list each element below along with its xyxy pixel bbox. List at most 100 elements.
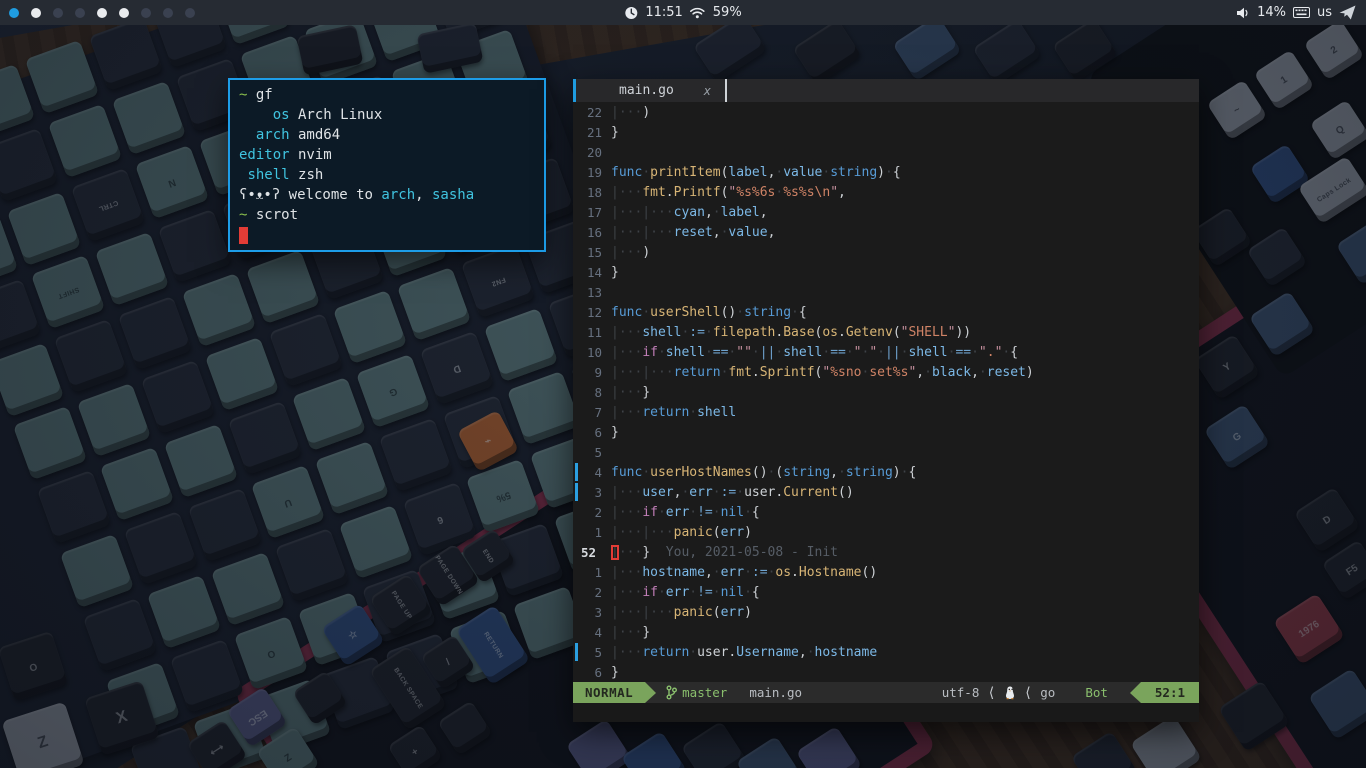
code-token: user: [744, 485, 775, 500]
code-line[interactable]: 6}: [573, 662, 1199, 682]
code-token: :=: [689, 325, 705, 340]
code-token: value: [783, 165, 822, 180]
code-token: )): [955, 325, 971, 340]
wifi-percentage: 59%: [713, 5, 742, 20]
code-token: |···|···: [611, 605, 674, 620]
code-token: |···|···: [611, 365, 674, 380]
line-number: 20: [580, 145, 611, 160]
workspace-dot-9[interactable]: [185, 8, 195, 18]
code-token: func: [611, 165, 642, 180]
code-token: ·: [971, 345, 979, 360]
code-line[interactable]: 5|···return·user.Username,·hostname: [573, 642, 1199, 662]
git-change-sign: [575, 463, 578, 481]
scroll-position: Bot: [1085, 685, 1108, 700]
code-line[interactable]: 19func·printItem(label,·value·string)·{: [573, 162, 1199, 182]
code-token: ·: [713, 205, 721, 220]
code-line[interactable]: 3|···user,·err·:=·user.Current(): [573, 482, 1199, 502]
code-token: ·: [721, 365, 729, 380]
paper-plane-icon[interactable]: [1339, 5, 1356, 20]
terminal-window[interactable]: ~ gf os Arch Linux arch amd64editor nvim…: [228, 78, 546, 252]
code-line[interactable]: 1|···hostname,·err·:=·os.Hostname(): [573, 562, 1199, 582]
line-number: 12: [580, 305, 611, 320]
code-line[interactable]: 3|···|···panic(err): [573, 602, 1199, 622]
nvim-window[interactable]: main.go x 22|···)21}2019func·printItem(l…: [573, 79, 1199, 722]
tab-main-go[interactable]: main.go x: [576, 79, 711, 102]
code-token: ·: [713, 505, 721, 520]
line-number: 4: [580, 465, 611, 480]
code-token: shell: [908, 345, 947, 360]
code-line[interactable]: 22|···): [573, 102, 1199, 122]
terminal-text: editor: [239, 147, 290, 163]
code-token: shell: [666, 345, 705, 360]
code-line[interactable]: 9|···|···return·fmt.Sprintf("%sno·set%s"…: [573, 362, 1199, 382]
gutter-sign: [573, 382, 580, 402]
code-token: hostname: [642, 565, 705, 580]
code-line[interactable]: 7|···return·shell: [573, 402, 1199, 422]
statusline-filename: main.go: [749, 685, 802, 700]
gutter-sign: [573, 182, 580, 202]
code-line[interactable]: 17|···|···cyan,·label,: [573, 202, 1199, 222]
code-line[interactable]: 4|···}: [573, 622, 1199, 642]
line-number: 3: [580, 485, 611, 500]
workspace-dot-5[interactable]: [97, 8, 107, 18]
code-token: ): [877, 165, 885, 180]
line-number: 14: [580, 265, 611, 280]
code-token: printItem: [650, 165, 720, 180]
editor-buffer[interactable]: 22|···)21}2019func·printItem(label,·valu…: [573, 102, 1199, 682]
workspace-dot-1[interactable]: [9, 8, 19, 18]
tab-label: main.go: [619, 83, 674, 98]
code-token: {: [1010, 345, 1018, 360]
terminal-text: [239, 127, 256, 143]
terminal-text: arch: [381, 187, 415, 203]
code-token: :=: [721, 485, 737, 500]
code-token: ·: [768, 565, 776, 580]
code-line[interactable]: 16|···|···reset,·value,: [573, 222, 1199, 242]
code-line[interactable]: 2|···if·err·!=·nil·{: [573, 502, 1199, 522]
code-line[interactable]: 2|···if·err·!=·nil·{: [573, 582, 1199, 602]
tab-close-button[interactable]: x: [704, 84, 711, 98]
code-line[interactable]: 12func·userShell()·string·{: [573, 302, 1199, 322]
git-branch-name: master: [682, 685, 727, 700]
code-token: ): [744, 525, 752, 540]
code-token: filepath: [713, 325, 776, 340]
terminal-text: amd64: [290, 127, 341, 143]
code-line[interactable]: 21}: [573, 122, 1199, 142]
workspace-dot-6[interactable]: [119, 8, 129, 18]
code-line[interactable]: 11|···shell·:=·filepath.Base(os.Getenv("…: [573, 322, 1199, 342]
code-line[interactable]: 5: [573, 442, 1199, 462]
code-line[interactable]: 18|···fmt.Printf("%s%6s·%s%s\n",: [573, 182, 1199, 202]
gutter-sign: [573, 302, 580, 322]
code-token: ,: [713, 225, 721, 240]
workspace-dot-4[interactable]: [75, 8, 85, 18]
code-token: ·: [979, 365, 987, 380]
nvim-statusline: NORMAL master main.go utf-8 ⟨ ⟨ go Bot: [573, 682, 1199, 703]
code-token: ,: [916, 365, 924, 380]
workspace-dot-3[interactable]: [53, 8, 63, 18]
workspace-dot-8[interactable]: [163, 8, 173, 18]
code-token: ·: [689, 505, 697, 520]
code-token: ·: [642, 165, 650, 180]
code-line[interactable]: 10|···if·shell·==·""·||·shell·==·"·"·||·…: [573, 342, 1199, 362]
code-token: Sprintf: [760, 365, 815, 380]
code-token: (: [893, 325, 901, 340]
code-token: ·: [775, 185, 783, 200]
gutter-sign: [573, 202, 580, 222]
code-token: ": [869, 345, 877, 360]
code-line[interactable]: 8|···}: [573, 382, 1199, 402]
code-line[interactable]: 1|···|···panic(err): [573, 522, 1199, 542]
code-line[interactable]: 20: [573, 142, 1199, 162]
workspace-dot-7[interactable]: [141, 8, 151, 18]
code-line[interactable]: 14}: [573, 262, 1199, 282]
code-line[interactable]: 13: [573, 282, 1199, 302]
code-token: ·: [744, 585, 752, 600]
nvim-command-line[interactable]: [573, 703, 1199, 722]
workspace-dot-2[interactable]: [31, 8, 41, 18]
code-line[interactable]: 52|···} You, 2021-05-08 - Init: [573, 542, 1199, 562]
line-number: 8: [580, 385, 611, 400]
line-number: 3: [580, 605, 611, 620]
code-token: ": [822, 365, 830, 380]
code-line[interactable]: 6}: [573, 422, 1199, 442]
gutter-sign: [573, 322, 580, 342]
code-line[interactable]: 4func·userHostNames()·(string,·string)·{: [573, 462, 1199, 482]
code-line[interactable]: 15|···): [573, 242, 1199, 262]
